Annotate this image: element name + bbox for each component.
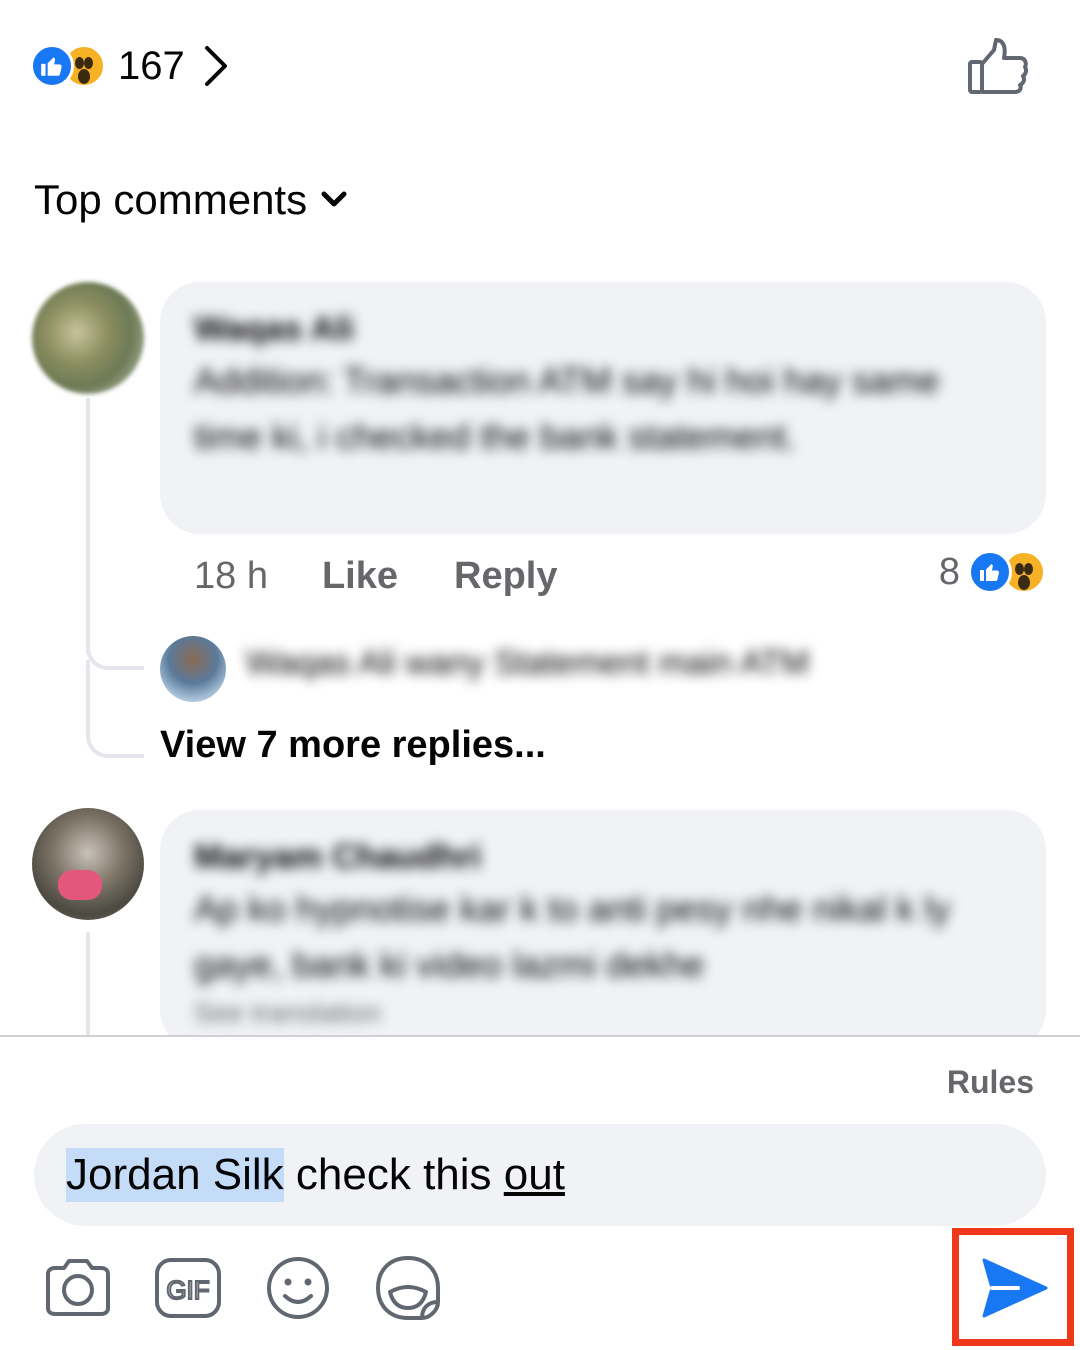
rules-link[interactable]: Rules (947, 1064, 1034, 1101)
comment-sort-label: Top comments (34, 176, 308, 223)
comment-text: Addition: Transaction ATM say hi hoi hay… (194, 360, 940, 457)
divider (0, 1035, 1080, 1037)
comment-text: Ap ko hypnotise kar k to anti pesy nhe n… (194, 888, 951, 985)
sticker-button[interactable] (372, 1252, 444, 1324)
thumbs-up-outline-icon (968, 38, 1029, 94)
camera-button[interactable] (42, 1252, 114, 1324)
avatar[interactable] (32, 282, 144, 394)
reply-preview-text[interactable]: Waqas Ali wany Statement main ATM (246, 644, 1036, 683)
comment-like-button[interactable]: Like (322, 555, 398, 598)
comment-actions: 18 h Like Reply (194, 555, 614, 598)
send-button[interactable] (978, 1254, 1050, 1322)
mention-tag: Jordan Silk (66, 1148, 284, 1202)
comment-author: Waqas Ali (194, 310, 354, 348)
reaction-count: 167 (118, 43, 185, 88)
comment-input-text: check this (283, 1150, 504, 1199)
comment-input-text-underlined: out (503, 1150, 565, 1199)
comment-reactions[interactable]: 8 (939, 550, 1046, 594)
comment-sort-dropdown[interactable]: Top comments (34, 176, 347, 224)
send-icon (982, 1258, 1048, 1318)
comment-input[interactable]: Jordan Silk check this out (34, 1124, 1046, 1226)
svg-text:GIF: GIF (166, 1275, 209, 1305)
thread-branch (86, 660, 144, 758)
sticker-icon (375, 1255, 440, 1320)
like-reaction-icon (968, 550, 1012, 594)
gif-button[interactable]: GIF (152, 1252, 224, 1324)
gif-icon: GIF (155, 1258, 221, 1318)
chevron-down-icon (321, 191, 347, 207)
like-post-button[interactable] (964, 36, 1030, 98)
post-reactions-summary[interactable]: 167 (30, 40, 229, 92)
emoji-icon (267, 1257, 329, 1319)
thread-line (86, 398, 90, 654)
comment-reply-button[interactable]: Reply (454, 555, 557, 598)
chevron-right-icon (204, 46, 227, 86)
camera-icon (46, 1259, 110, 1316)
emoji-button[interactable] (262, 1252, 334, 1324)
comment-timestamp: 18 h (194, 555, 268, 597)
thread-line (86, 932, 90, 1036)
view-more-replies-link[interactable]: View 7 more replies... (160, 724, 546, 767)
comment-author: Maryam Chaudhri (194, 838, 482, 876)
see-translation-link[interactable]: See translation (194, 997, 1012, 1029)
avatar[interactable] (32, 808, 144, 920)
like-reaction-icon (30, 44, 74, 88)
comment-bubble[interactable]: Maryam Chaudhri Ap ko hypnotise kar k to… (160, 810, 1046, 1050)
reply-avatar[interactable] (160, 636, 226, 702)
comment-bubble[interactable]: Waqas Ali Addition: Transaction ATM say … (160, 282, 1046, 534)
comment-reaction-count: 8 (938, 550, 960, 593)
